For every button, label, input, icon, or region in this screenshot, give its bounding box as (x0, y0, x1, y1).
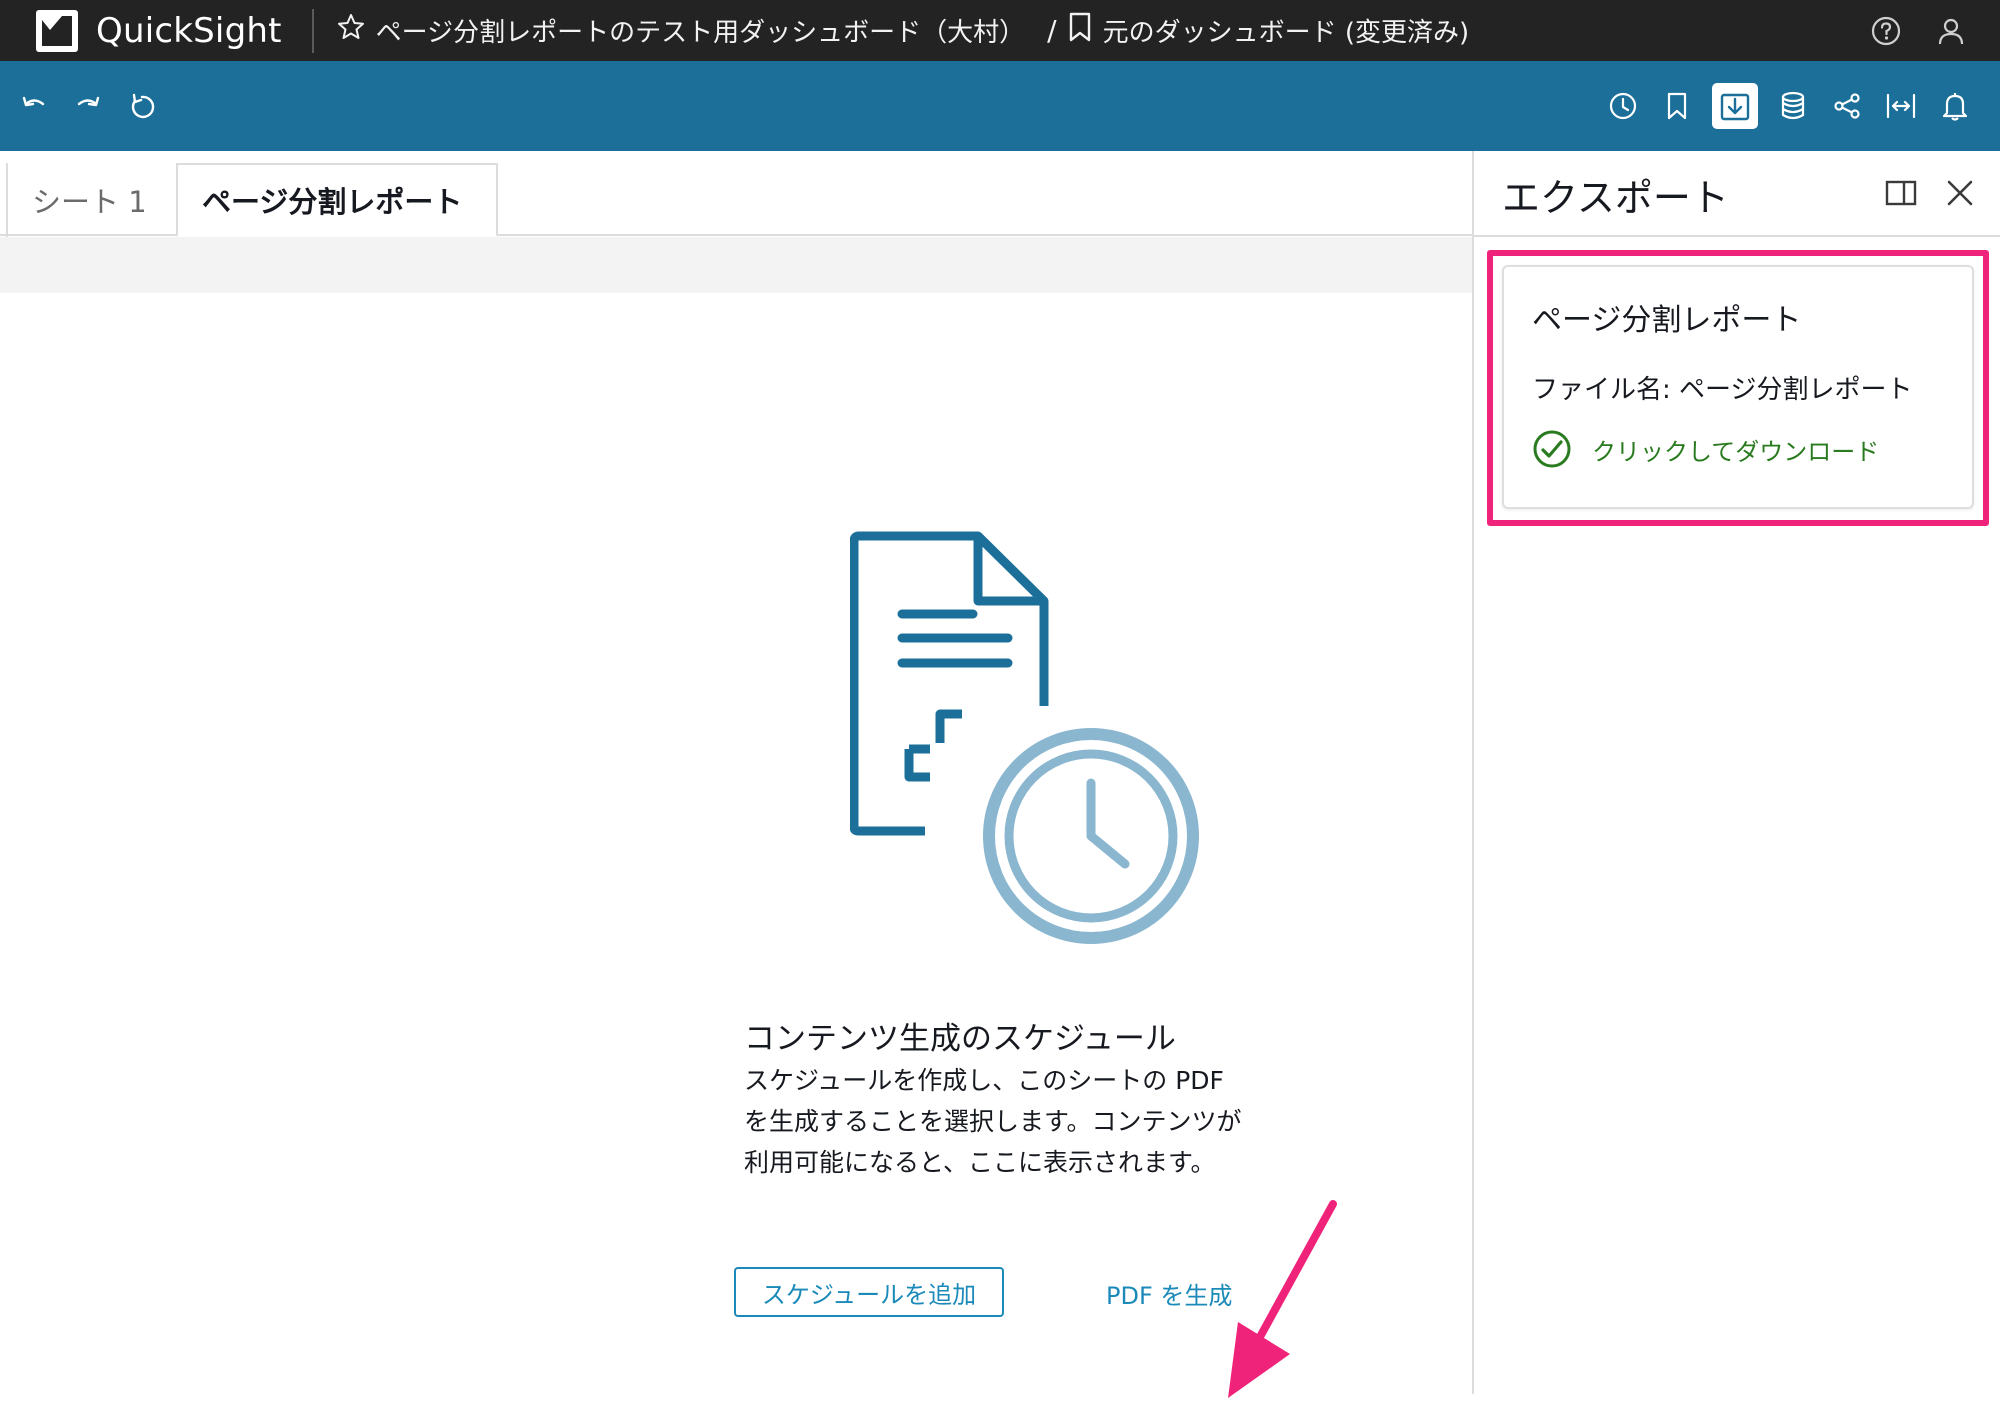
breadcrumb: ページ分割レポートのテスト用ダッシュボード（大村） / 元のダッシュボード (変… (336, 12, 1469, 49)
bookmark-outline-icon (1067, 12, 1103, 49)
top-header: QuickSight ページ分割レポートのテスト用ダッシュボード（大村） / 元… (0, 0, 2000, 61)
download-link[interactable]: クリックしてダウンロード (1532, 429, 1879, 469)
reset-icon[interactable] (128, 92, 156, 120)
quicksight-logo-icon (36, 9, 78, 52)
brand-logo[interactable]: QuickSight (0, 0, 282, 61)
annotation-arrow-icon (1228, 1200, 1337, 1398)
add-schedule-button[interactable]: スケジュールを追加 (734, 1267, 1004, 1317)
tab-paginated-report[interactable]: ページ分割レポート (176, 163, 498, 237)
breadcrumb-bookmark[interactable]: 元のダッシュボード (変更済み) (1103, 12, 1470, 49)
schedule-icon[interactable] (1604, 87, 1642, 125)
close-icon[interactable] (1944, 177, 1976, 209)
export-item-title: ページ分割レポート (1532, 303, 1802, 338)
empty-state-description: スケジュールを作成し、このシートの PDF を生成することを選択します。コンテン… (744, 1066, 1242, 1177)
help-icon[interactable] (1870, 15, 1902, 47)
user-icon[interactable] (1936, 16, 1966, 46)
fit-width-icon[interactable] (1882, 87, 1920, 125)
export-icon[interactable] (1712, 83, 1758, 129)
favorite-star-icon[interactable] (336, 12, 376, 49)
dashboard-toolbar (0, 61, 2000, 151)
export-panel-title: エクスポート (1502, 176, 1729, 220)
tab-label: シート 1 (32, 185, 147, 219)
dataset-icon[interactable] (1774, 87, 1812, 125)
sheet-tabs: シート 1 ページ分割レポート (0, 151, 1472, 237)
redo-icon[interactable] (74, 92, 102, 120)
export-item-card: ページ分割レポート ファイル名: ページ分割レポート クリックしてダウンロード (1502, 265, 1974, 509)
breadcrumb-separator: / (1047, 14, 1057, 47)
scheduled-report-illustration (850, 531, 1199, 944)
sheet-controls-bar (0, 237, 1472, 293)
download-label: クリックしてダウンロード (1592, 437, 1880, 466)
sheet-area: シート 1 ページ分割レポート コンテンツ生成のスケジュール スケジュールを作成… (0, 151, 1472, 1398)
bookmark-icon[interactable] (1658, 87, 1696, 125)
tab-label: ページ分割レポート (202, 185, 463, 219)
empty-state-title: コンテンツ生成のスケジュール (744, 1021, 1176, 1057)
share-icon[interactable] (1828, 87, 1866, 125)
breadcrumb-dashboard[interactable]: ページ分割レポートのテスト用ダッシュボード（大村） (376, 12, 1025, 49)
export-panel: エクスポート ページ分割レポート ファイル名: ページ分割レポート クリックして… (1472, 151, 2000, 1394)
tab-sheet-1[interactable]: シート 1 (6, 163, 176, 237)
alert-bell-icon[interactable] (1936, 87, 1974, 125)
dock-panel-icon[interactable] (1884, 177, 1918, 209)
export-panel-header: エクスポート (1474, 151, 2000, 237)
export-item-filename: ファイル名: ページ分割レポート (1532, 375, 1913, 405)
success-check-icon (1533, 430, 1571, 468)
brand-name: QuickSight (96, 10, 282, 51)
header-divider (311, 8, 314, 53)
undo-icon[interactable] (20, 92, 48, 120)
